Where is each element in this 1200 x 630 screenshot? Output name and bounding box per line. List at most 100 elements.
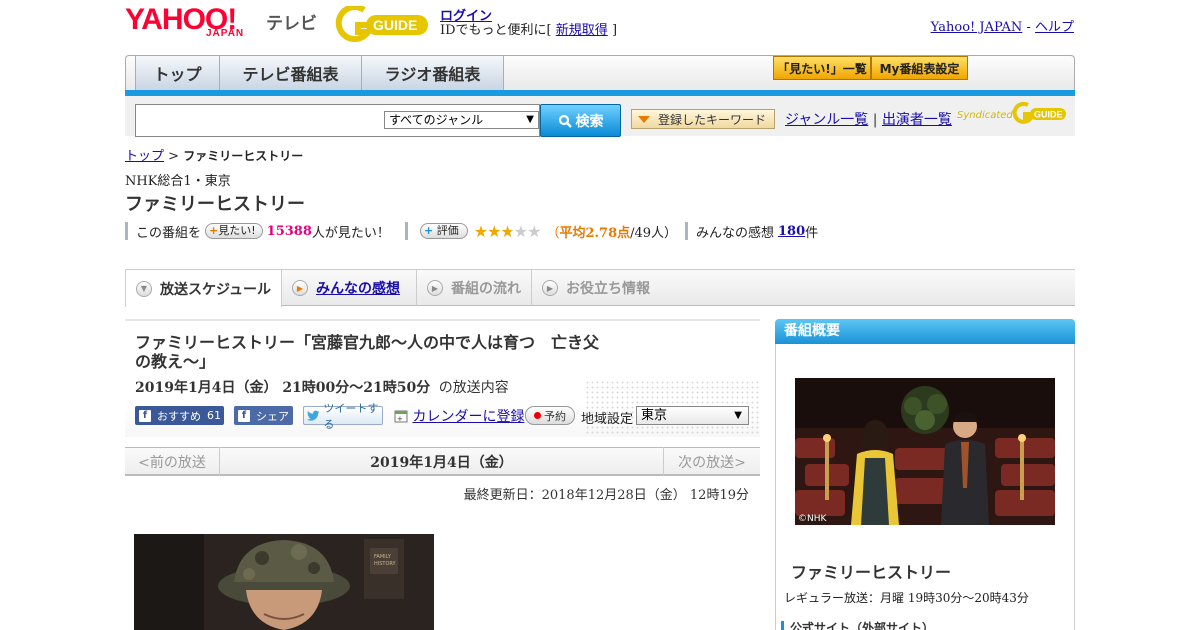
genre-select[interactable]: すべてのジャンル ▼ [384, 111, 539, 129]
search-button-label: 検索 [575, 113, 604, 130]
yahoo-japan-logo-text: JAPAN [206, 28, 245, 39]
tab-flow[interactable]: ▶ 番組の流れ [417, 270, 532, 306]
twitter-bird-icon [307, 410, 320, 421]
dropdown-triangle-icon [638, 115, 650, 123]
mitai-button-label: 見たい! [218, 224, 256, 237]
episode-title: ファミリーヒストリー「宮藤官九郎～人の中で人は育つ 亡き父の教え～」 [135, 333, 600, 371]
login-subtext: IDでもっと便利に[ 新規取得 ] [440, 19, 617, 38]
breadcrumb-top-link[interactable]: トップ [125, 149, 164, 164]
chevron-right-icon: ▶ [292, 280, 308, 296]
rating-average: 平均2.78点 [559, 225, 631, 241]
reviews-suffix: 件 [805, 225, 819, 241]
page-title: ファミリーヒストリー [125, 194, 305, 215]
prev-broadcast-link[interactable]: <前の放送 [125, 447, 220, 476]
chevron-right-icon: ▶ [427, 280, 443, 296]
tweet-button[interactable]: ツイートする [303, 402, 383, 431]
plus-icon: + [209, 224, 219, 237]
stat-divider [685, 222, 688, 240]
regular-broadcast: レギュラー放送：月曜 19時30分～20時43分 [784, 591, 1029, 605]
tab-reviews[interactable]: ▶ みんなの感想 [282, 270, 417, 306]
official-site-heading[interactable]: 公式サイト（外部サイト） [781, 621, 934, 630]
episode-datetime: 2019年1月4日（金） 21時00分～21時50分 の放送内容 [135, 377, 509, 397]
tab-info[interactable]: ▶ お役立ち情報 [532, 270, 657, 306]
search-icon [558, 114, 572, 128]
episode-date-time: 2019年1月4日（金） 21時00分～21時50分 [135, 380, 431, 396]
genre-select-value: すべてのジャンル [389, 113, 484, 127]
reserve-label: 予約 [544, 409, 566, 423]
genre-list-link[interactable]: ジャンル一覧 [785, 112, 868, 128]
plus-icon: + [424, 224, 434, 237]
performer-list-link[interactable]: 出演者一覧 [882, 112, 952, 128]
tweet-label: ツイートする [323, 401, 379, 431]
rating-stat: + 評価 ★★★★★ （ 平均2.78点 /49人） [405, 221, 678, 241]
nav-tab-radio-guide[interactable]: ラジオ番組表 [361, 56, 504, 90]
chevron-right-icon: ▶ [542, 280, 558, 296]
yahoo-japan-link[interactable]: Yahoo! JAPAN [931, 20, 1023, 35]
my-guide-settings-button[interactable]: My番組表設定 [871, 56, 968, 80]
facebook-share-button[interactable]: f シェア [234, 406, 293, 425]
help-link[interactable]: ヘルプ [1035, 20, 1074, 35]
tab-info-label: お役立ち情報 [566, 281, 650, 297]
top-links: Yahoo! JAPAN - ヘルプ [931, 16, 1074, 35]
mitai-suffix: 人が見たい！ [311, 225, 390, 241]
facebook-recommend-label: おすすめ [157, 409, 201, 423]
facebook-icon: f [238, 409, 250, 422]
registered-keyword-button[interactable]: 登録したキーワード [631, 109, 775, 129]
tab-schedule[interactable]: ▼ 放送スケジュール [125, 270, 282, 307]
episode-photo: FAMILY HISTORY [134, 534, 434, 630]
svg-text:+: + [397, 415, 403, 423]
rating-star-icon: ★ [500, 221, 514, 241]
facebook-recommend-button[interactable]: f おすすめ 61 [135, 406, 224, 425]
mitai-list-button[interactable]: 「見たい!」一覧 [773, 56, 871, 80]
stat-divider [405, 222, 408, 240]
register-link[interactable]: 新規取得 [556, 23, 608, 38]
top-links-separator: - [1026, 20, 1031, 35]
tab-reviews-label[interactable]: みんなの感想 [316, 278, 400, 298]
channel-label: NHK総合1・東京 [125, 174, 231, 189]
rating-star-icon: ★ [487, 221, 501, 241]
pager-current-date: 2019年1月4日（金） [370, 454, 513, 471]
search-links: ジャンル一覧 | 出演者一覧 [785, 109, 952, 129]
mitai-button[interactable]: +見たい! [205, 223, 263, 239]
rating-star-icon: ★ [513, 221, 528, 241]
next-broadcast-link[interactable]: 次の放送> [663, 447, 760, 476]
search-button[interactable]: 検索 [540, 104, 621, 137]
facebook-recommend-count: 61 [207, 409, 221, 422]
this-program-label: この番組を [136, 225, 202, 241]
chevron-down-icon: ▼ [526, 114, 534, 125]
program-summary-heading: 番組概要 [775, 319, 1075, 344]
svg-text:GUIDE: GUIDE [1034, 110, 1063, 120]
breadcrumb: トップ > ファミリーヒストリー [125, 145, 303, 164]
rating-count: /49人） [630, 225, 678, 241]
facebook-share-label: シェア [256, 409, 289, 423]
rating-star-icon: ★ [527, 221, 541, 241]
login-subtext-label: IDでもっと便利に[ [440, 23, 552, 38]
chevron-down-icon: ▼ [136, 280, 152, 297]
rate-button[interactable]: + 評価 [420, 223, 468, 239]
rating-stars: ★★★★★ [473, 221, 542, 241]
gguide-logo: GUIDE [335, 6, 428, 42]
tab-schedule-label: 放送スケジュール [160, 281, 272, 298]
svg-text:HISTORY: HISTORY [374, 561, 397, 567]
facebook-icon: f [139, 409, 151, 422]
stat-divider [125, 222, 128, 240]
syndicated-gguide-logo: GUIDE [1012, 102, 1066, 124]
region-label: 地域設定 [581, 412, 634, 427]
svg-text:FAMILY: FAMILY [374, 554, 392, 560]
reviews-stat: みんなの感想 180 件 [685, 222, 819, 241]
calendar-register: + カレンダーに登録 [394, 406, 524, 426]
svg-text:GUIDE: GUIDE [373, 17, 417, 33]
tv-service-label[interactable]: テレビ [266, 9, 317, 34]
nav-tab-top[interactable]: トップ [135, 56, 220, 90]
nav-tab-tv-guide[interactable]: テレビ番組表 [219, 56, 362, 90]
registered-keyword-label: 登録したキーワード [658, 112, 767, 127]
rating-star-icon: ★ [473, 221, 488, 241]
record-dot-icon [534, 412, 541, 419]
reviews-count-link[interactable]: 180 [778, 224, 805, 239]
breadcrumb-current: ファミリーヒストリー [183, 149, 304, 163]
calendar-register-link[interactable]: カレンダーに登録 [412, 409, 524, 425]
reserve-button[interactable]: 予約 [525, 406, 575, 425]
region-select[interactable]: 東京 ▼ [636, 406, 749, 425]
reviews-label: みんなの感想 [696, 225, 775, 241]
mitai-count: 15388 [266, 223, 312, 239]
